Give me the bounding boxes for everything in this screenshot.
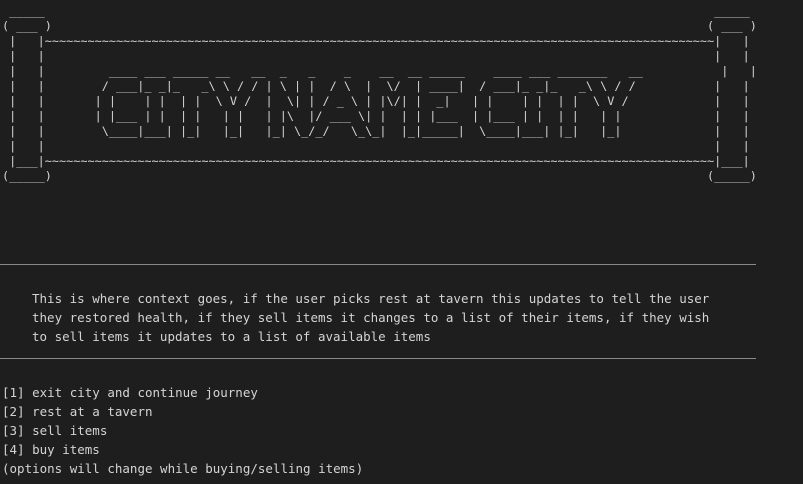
context-line: to sell items it updates to a list of av…	[32, 329, 431, 344]
options-menu: [1] exit city and continue journey [2] r…	[2, 383, 363, 478]
divider-top	[0, 264, 756, 265]
context-panel: This is where context goes, if the user …	[32, 289, 752, 346]
option-rest-tavern[interactable]: [2] rest at a tavern	[2, 402, 363, 421]
context-line: they restored health, if they sell items…	[32, 310, 710, 325]
option-sell-items[interactable]: [3] sell items	[2, 421, 363, 440]
divider-bottom	[0, 358, 756, 359]
option-exit-city[interactable]: [1] exit city and continue journey	[2, 383, 363, 402]
context-line: This is where context goes, if the user …	[32, 291, 710, 306]
city-name-banner: _____ _____ ( ___ ) (___) | |~~~~~~~~~…	[2, 4, 757, 183]
options-note: (options will change while buying/sellin…	[2, 461, 364, 476]
option-buy-items[interactable]: [4] buy items	[2, 440, 363, 459]
